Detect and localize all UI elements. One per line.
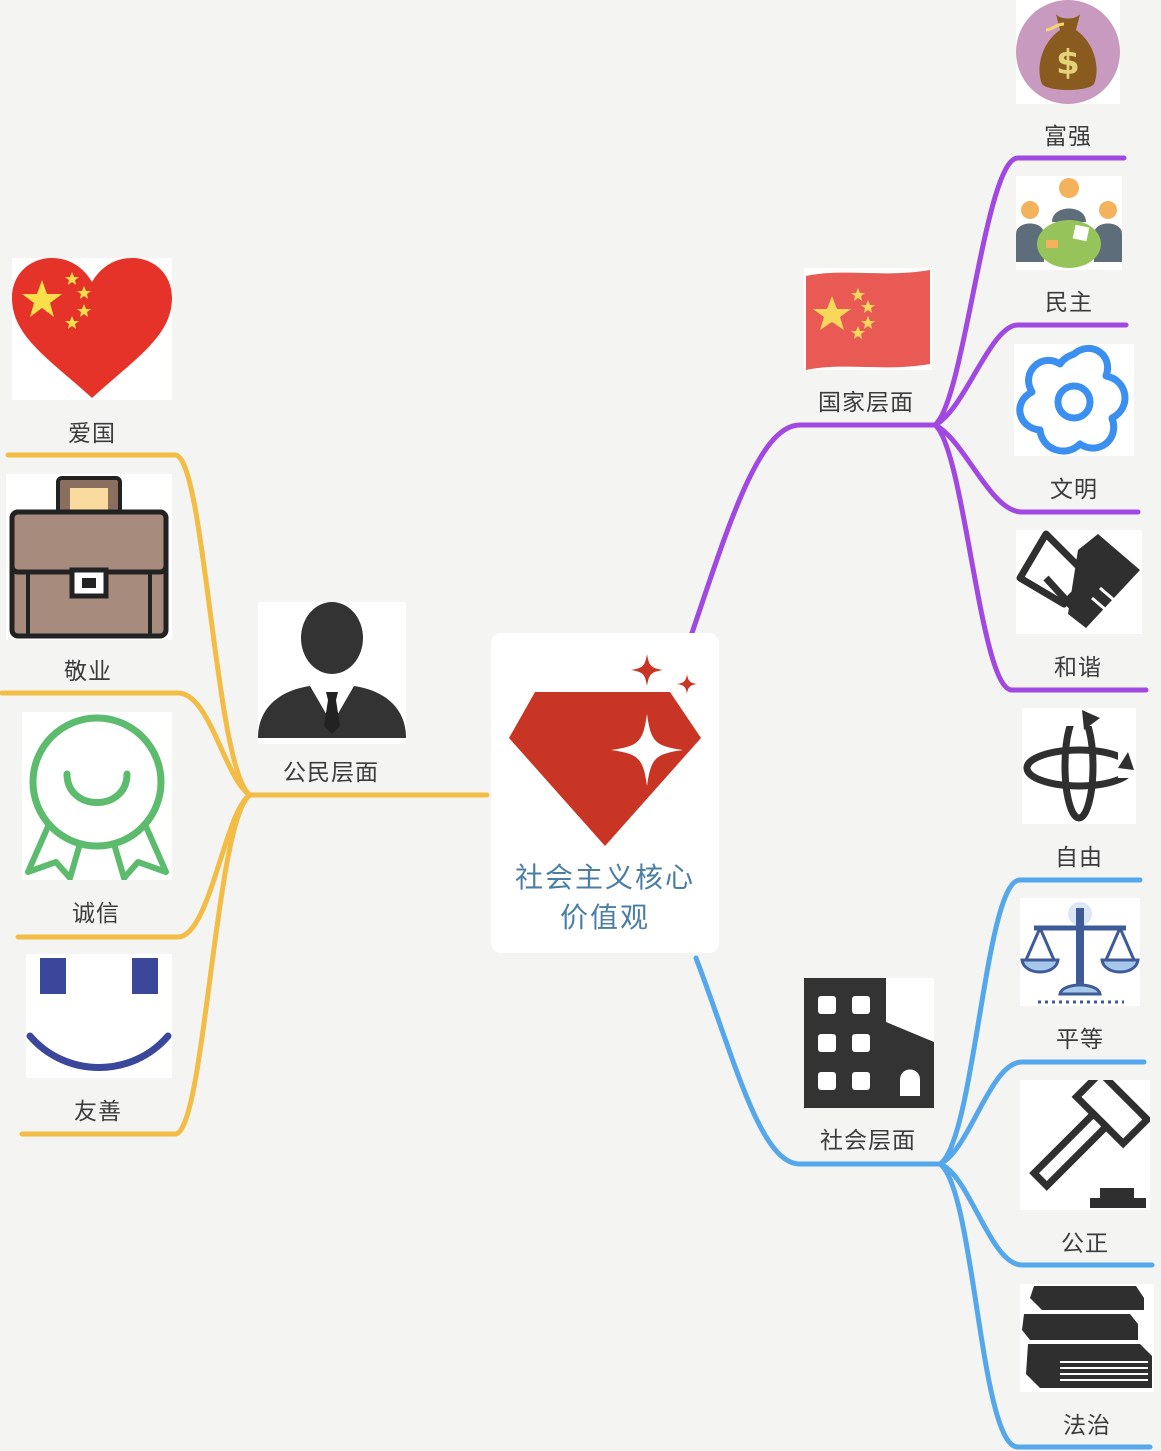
pingdeng-icon-box[interactable] — [1020, 898, 1140, 1006]
gongzheng-label: 公正 — [1061, 1231, 1109, 1257]
ziyou-icon-box[interactable] — [1022, 708, 1136, 824]
gongzheng-icon-box[interactable] — [1020, 1067, 1153, 1210]
rotate-arrows-icon — [1023, 708, 1136, 822]
svg-text:$: $ — [1056, 43, 1080, 83]
ziyou-label: 自由 — [1055, 845, 1103, 871]
society-topic-icon-box[interactable] — [804, 978, 934, 1108]
balance-scale-icon — [1020, 902, 1140, 1004]
money-bag-icon: $ — [1016, 0, 1120, 104]
aiguo-label: 爱国 — [68, 421, 116, 447]
center-to-nation-line — [689, 422, 938, 636]
central-topic-title: 社会主义核心 价值观 — [491, 858, 719, 938]
jingye-label: 敬业 — [64, 659, 112, 685]
wenming-icon-box[interactable] — [1014, 344, 1134, 456]
china-flag-heart-icon — [12, 258, 172, 398]
gavel-icon — [1029, 1067, 1153, 1208]
youshan-icon-box[interactable] — [26, 954, 172, 1078]
handshake-icon — [1016, 530, 1140, 628]
china-flag-icon — [806, 270, 930, 370]
aiguo-icon-box[interactable] — [12, 258, 172, 400]
fuqiang-icon-box[interactable]: $ — [1016, 0, 1120, 104]
businessman-icon — [258, 602, 406, 738]
chengxin-label: 诚信 — [72, 901, 120, 927]
nation-topic-label: 国家层面 — [818, 390, 914, 416]
award-badge-icon — [25, 714, 169, 881]
hexie-label: 和谐 — [1054, 655, 1102, 681]
wenming-label: 文明 — [1050, 477, 1098, 503]
central-title-line1: 社会主义核心 — [514, 861, 695, 894]
citizen-topic-label: 公民层面 — [283, 760, 379, 786]
youshan-label: 友善 — [74, 1099, 122, 1125]
citizen-topic-icon-box[interactable] — [258, 602, 406, 744]
minzhu-icon-box[interactable] — [1016, 176, 1122, 270]
smile-face-icon — [26, 958, 172, 1071]
jingye-icon-box[interactable] — [6, 474, 172, 640]
fazhi-icon-box[interactable] — [1020, 1284, 1154, 1392]
ruby-gem-icon — [509, 654, 701, 846]
fazhi-label: 法治 — [1063, 1413, 1111, 1439]
people-meeting-icon — [1016, 178, 1122, 268]
fuqiang-label: 富强 — [1044, 124, 1092, 150]
pingdeng-label: 平等 — [1056, 1027, 1104, 1053]
buildings-icon — [804, 978, 934, 1108]
society-topic-label: 社会层面 — [820, 1128, 916, 1154]
chengxin-icon-box[interactable] — [22, 712, 172, 881]
central-title-line2: 价值观 — [559, 901, 650, 934]
minzhu-label: 民主 — [1045, 290, 1093, 316]
hexie-icon-box[interactable] — [1016, 530, 1142, 634]
briefcase-icon — [9, 476, 169, 639]
law-books-icon — [1022, 1286, 1152, 1388]
flower-icon — [1016, 345, 1129, 455]
nation-topic-icon-box[interactable] — [804, 268, 932, 370]
